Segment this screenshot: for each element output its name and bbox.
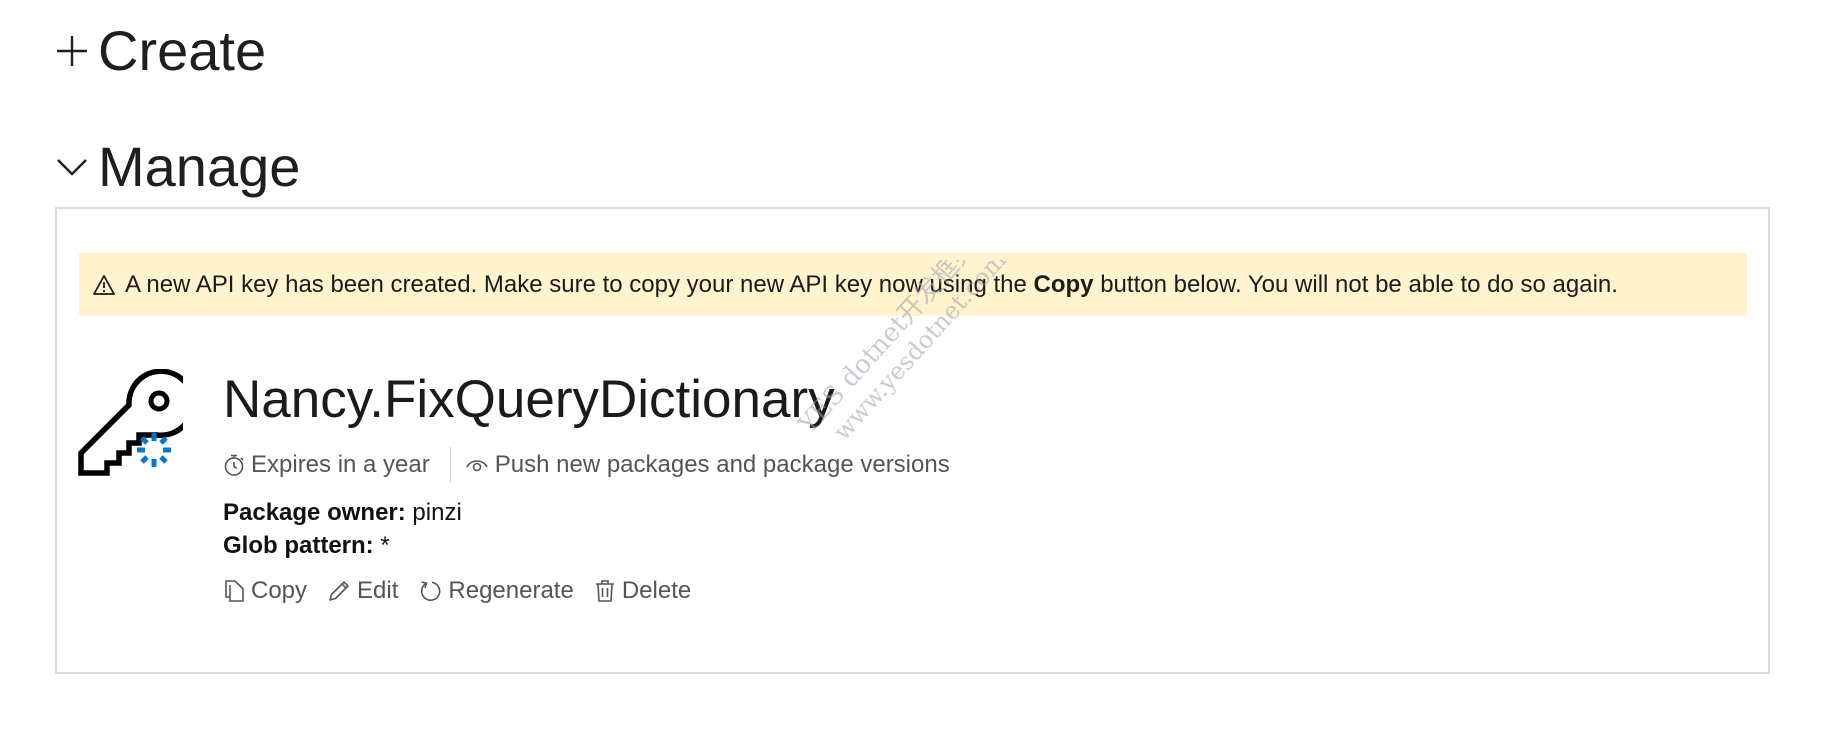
scope-info: Push new packages and package versions [465,451,950,479]
glob-pattern-row: Glob pattern: * [223,532,390,560]
api-key-name: Nancy.FixQueryDictionary [223,370,835,429]
expiration-text: Expires in a year [251,451,430,478]
expiration-info: Expires in a year [223,451,430,479]
key-icon [78,369,183,476]
delete-button[interactable]: Delete [594,577,691,605]
stopwatch-icon [224,454,244,476]
create-section-title: Create [98,19,267,82]
package-owner-value: pinzi [412,499,462,526]
delete-label: Delete [621,577,692,604]
glob-pattern-value: * [380,532,390,559]
package-owner-row: Package owner: pinzi [223,499,462,527]
api-key-actions: Copy Edit Regenerate Delete [223,577,691,605]
warning-text: A new API key has been created. Make sur… [125,270,1618,298]
regenerate-button[interactable]: Regenerate [418,577,574,605]
copy-icon [225,580,244,602]
refresh-icon [421,581,441,601]
meta-divider [449,447,451,483]
copy-label: Copy [251,577,308,604]
regenerate-label: Regenerate [448,577,574,604]
edit-button[interactable]: Edit [327,577,398,605]
copy-button[interactable]: Copy [223,577,307,605]
edit-icon [329,581,349,601]
chevron-down-icon [54,149,90,185]
edit-label: Edit [357,577,399,604]
manage-section-title: Manage [98,135,301,198]
warning-icon [93,274,115,295]
create-section-header[interactable]: Create [54,18,266,83]
trash-icon [595,580,614,602]
api-key-panel: A new API key has been created. Make sur… [55,207,1770,674]
manage-section-header[interactable]: Manage [54,134,300,199]
scope-text: Push new packages and package versions [494,451,950,478]
warning-banner: A new API key has been created. Make sur… [79,253,1747,316]
glob-pattern-label: Glob pattern: [223,532,374,559]
api-key-meta: Expires in a year Push new packages and … [223,445,950,485]
eye-icon [466,460,488,472]
plus-icon [54,33,90,69]
package-owner-label: Package owner: [223,499,406,526]
